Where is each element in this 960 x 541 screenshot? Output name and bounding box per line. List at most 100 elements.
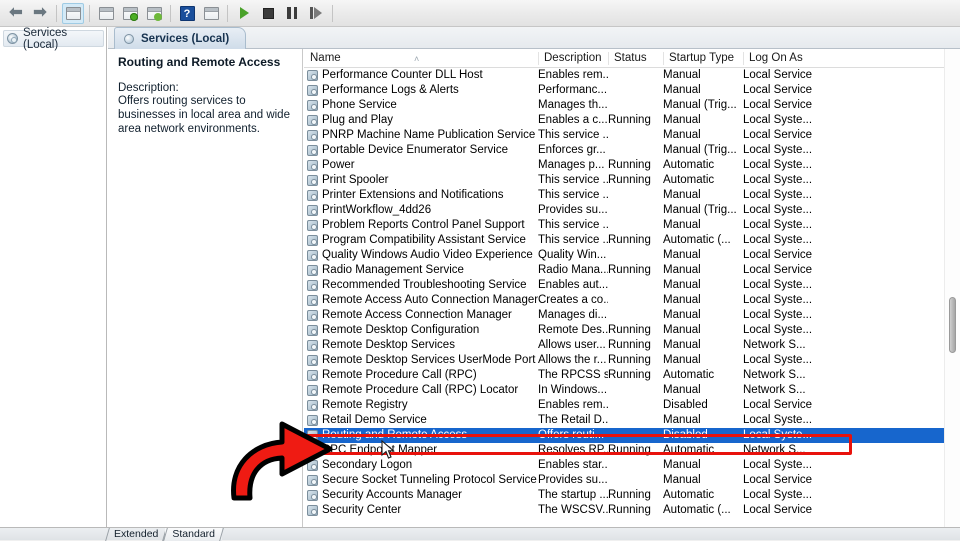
table-row[interactable]: Retail Demo Service The Retail D... Manual… [304, 413, 960, 428]
show-hide-console-tree-button[interactable] [62, 2, 84, 24]
cell-name: Printer Extensions and Notifications [304, 188, 538, 203]
refresh-button[interactable] [119, 3, 141, 24]
table-row[interactable]: RPC Endpoint Mapper Resolves RP... Running… [304, 443, 960, 458]
service-gear-icon [307, 190, 318, 201]
table-row[interactable]: Security Accounts Manager The startup ...… [304, 488, 960, 503]
cell-status: Running [608, 324, 651, 336]
column-header-status[interactable]: Status [608, 49, 663, 68]
export-list-button[interactable] [143, 3, 165, 24]
table-row[interactable]: Plug and Play Enables a c... Running Manual… [304, 113, 960, 128]
table-row[interactable]: Secure Socket Tunneling Protocol Service… [304, 473, 960, 488]
table-row[interactable]: Phone Service Manages th... Manual (Trig..… [304, 98, 960, 113]
cell-log-on-as: Local Syste... [743, 324, 813, 336]
cell-log-on-as: Local Syste... [743, 354, 813, 366]
help-button[interactable]: ? [176, 3, 198, 24]
action-pane-icon [203, 6, 219, 20]
cell-status: Running [608, 114, 651, 126]
view-tab-standard[interactable]: Standard [165, 528, 222, 541]
table-row[interactable]: Program Compatibility Assistant Service T… [304, 233, 960, 248]
table-row[interactable]: Print Spooler This service ... Running Auto… [304, 173, 960, 188]
table-row[interactable]: Printer Extensions and Notifications This… [304, 188, 960, 203]
column-header-description[interactable]: Description [538, 49, 608, 68]
column-header-log-on-as[interactable]: Log On As [743, 49, 838, 68]
cell-name: Program Compatibility Assistant Service [304, 233, 538, 248]
list-body: Performance Counter DLL Host Enables rem.… [304, 68, 960, 518]
cell-status [608, 398, 663, 413]
cell-name: Phone Service [304, 98, 538, 113]
service-name-text: Quality Windows Audio Video Experience [322, 249, 533, 261]
cell-name: Radio Management Service [304, 263, 538, 278]
service-name-text: Remote Desktop Services [322, 339, 455, 351]
toolbar-separator-1 [56, 4, 57, 22]
table-row[interactable]: Remote Registry Enables rem... Disabled Loc… [304, 398, 960, 413]
table-row[interactable]: Remote Procedure Call (RPC) Locator In Wi… [304, 383, 960, 398]
service-name-text: RPC Endpoint Mapper [322, 444, 438, 456]
start-service-button[interactable] [233, 3, 255, 24]
cell-description: The RPCSS s... [538, 369, 608, 381]
restart-service-button[interactable] [305, 3, 327, 24]
cell-status [608, 458, 663, 473]
cell-description: Manages th... [538, 99, 608, 111]
table-row[interactable]: Performance Counter DLL Host Enables rem.… [304, 68, 960, 83]
play-icon [239, 7, 249, 19]
table-row-selected[interactable]: Routing and Remote Access Offers routi...… [304, 428, 960, 443]
sort-ascending-icon: ˄ [414, 53, 420, 64]
cell-startup-type: Manual [663, 249, 701, 261]
table-row[interactable]: Power Manages p... Running Automatic Local S… [304, 158, 960, 173]
table-row[interactable]: Remote Access Connection Manager Manages … [304, 308, 960, 323]
table-row[interactable]: Remote Access Auto Connection Manager Cre… [304, 293, 960, 308]
cell-log-on-as: Local Service [743, 99, 813, 111]
cell-startup-type: Manual (Trig... [663, 204, 737, 216]
cell-startup-type: Automatic [663, 444, 715, 456]
cell-name: Remote Procedure Call (RPC) [304, 368, 538, 383]
view-tab-extended[interactable]: Extended [107, 528, 165, 541]
service-name-text: Recommended Troubleshooting Service [322, 279, 527, 291]
table-row[interactable]: Performance Logs & Alerts Performanc... Ma… [304, 83, 960, 98]
view-tabs: Extended Standard [107, 528, 222, 541]
table-row[interactable]: Problem Reports Control Panel Support Thi… [304, 218, 960, 233]
table-row[interactable]: Remote Desktop Configuration Remote Des..… [304, 323, 960, 338]
table-row[interactable]: Remote Desktop Services UserMode Port R.… [304, 353, 960, 368]
forward-button[interactable]: ➡ [29, 3, 51, 24]
cell-startup-type: Manual [663, 474, 701, 486]
table-row[interactable]: Secondary Logon Enables star... Manual Loca… [304, 458, 960, 473]
cell-log-on-as: Local Syste... [743, 219, 813, 231]
cell-description: Performanc... [538, 84, 608, 96]
vertical-scrollbar[interactable] [944, 49, 960, 527]
properties-button[interactable] [95, 3, 117, 24]
table-row[interactable]: Remote Desktop Services Allows user... Run… [304, 338, 960, 353]
cell-startup-type: Manual [663, 324, 701, 336]
table-row[interactable]: Quality Windows Audio Video Experience Qu… [304, 248, 960, 263]
column-header-name[interactable]: Name ˄ [304, 49, 538, 68]
cell-startup-type: Automatic [663, 369, 715, 381]
back-button[interactable]: ⬅ [5, 3, 27, 24]
column-header-startup-type[interactable]: Startup Type [663, 49, 743, 68]
table-row[interactable]: Remote Procedure Call (RPC) The RPCSS s..… [304, 368, 960, 383]
tab-services-local[interactable]: Services (Local) [114, 27, 247, 49]
service-details-panel: Routing and Remote Access Description: O… [108, 49, 303, 527]
cell-name: Remote Desktop Services [304, 338, 538, 353]
pause-service-button[interactable] [281, 3, 303, 24]
cell-startup-type: Manual [663, 309, 701, 321]
cell-status [608, 98, 663, 113]
scrollbar-thumb[interactable] [949, 297, 956, 353]
table-row[interactable]: Recommended Troubleshooting Service Enabl… [304, 278, 960, 293]
cell-status [608, 83, 663, 98]
cell-log-on-as: Local Syste... [743, 159, 813, 171]
table-row[interactable]: Radio Management Service Radio Mana... Run… [304, 263, 960, 278]
toolbar-separator-3 [170, 4, 171, 22]
table-row[interactable]: Portable Device Enumerator Service Enforc… [304, 143, 960, 158]
cell-description: Offers routi... [538, 429, 605, 441]
cell-name: Plug and Play [304, 113, 538, 128]
table-row[interactable]: Security Center The WSCSV... Running Automa… [304, 503, 960, 518]
table-row[interactable]: PNRP Machine Name Publication Service Thi… [304, 128, 960, 143]
show-action-pane-button[interactable] [200, 3, 222, 24]
cell-status [608, 428, 663, 443]
cell-status [608, 473, 663, 488]
service-gear-icon [307, 385, 318, 396]
stop-service-button[interactable] [257, 3, 279, 24]
table-row[interactable]: PrintWorkflow_4dd26 Provides su... Manual … [304, 203, 960, 218]
cell-startup-type: Manual [663, 459, 701, 471]
tree-item-services-local[interactable]: Services (Local) [3, 27, 104, 51]
cell-log-on-as: Network S... [743, 444, 806, 456]
